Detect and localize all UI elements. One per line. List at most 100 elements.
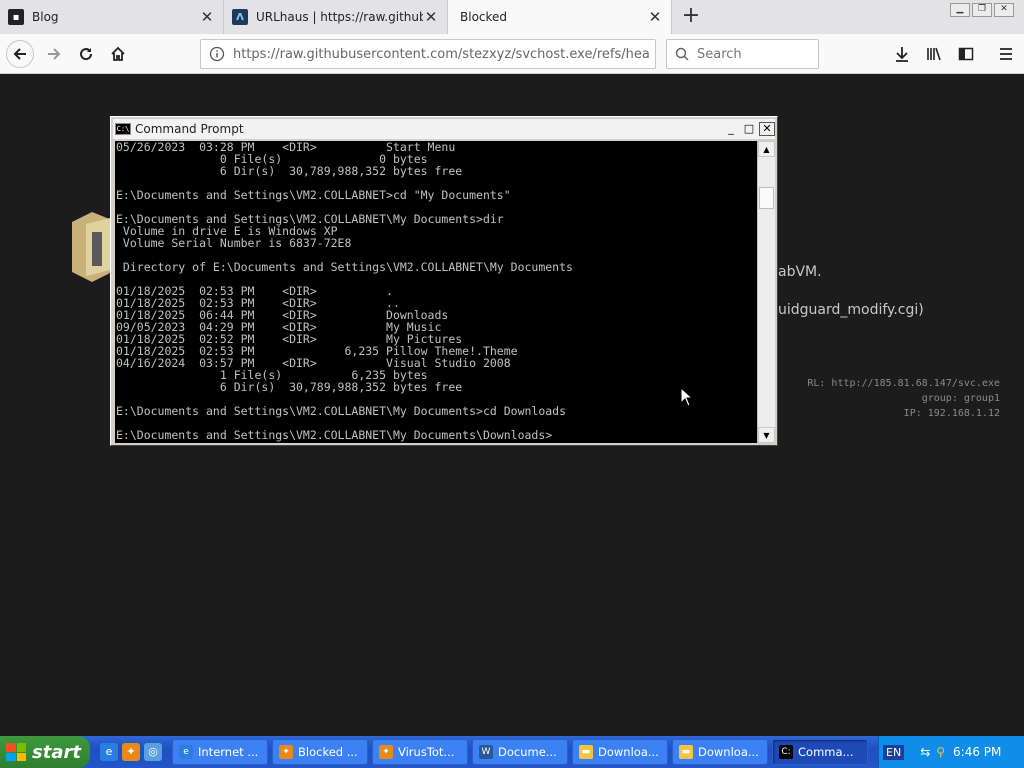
search-bar[interactable] [666, 39, 819, 69]
taskbar-item[interactable]: ✦ Blocked ... [272, 739, 368, 765]
page-text-line: uidguard_modify.cgi) [778, 302, 924, 318]
tab-title: Blog [32, 10, 59, 24]
forward-button[interactable] [40, 40, 68, 68]
network-icon[interactable]: ⇆ [920, 745, 930, 759]
taskbar-item[interactable]: e Internet ... [172, 739, 268, 765]
mouse-cursor-icon [680, 387, 692, 407]
browser-toolbar: https://raw.githubusercontent.com/stezxy… [0, 34, 1024, 74]
scroll-up-arrow-icon[interactable]: ▲ [758, 141, 775, 157]
close-button[interactable]: ✕ [759, 122, 775, 136]
tab-urlhaus[interactable]: Λ URLhaus | https://raw.githubus ✕ [224, 0, 448, 34]
language-indicator[interactable]: EN [883, 744, 905, 760]
minimize-button[interactable]: ▁ [950, 3, 970, 17]
downloads-button[interactable] [888, 40, 916, 68]
blog-favicon: ▪ [8, 9, 24, 25]
menu-button[interactable] [992, 40, 1020, 68]
start-label: start [32, 741, 81, 763]
taskbar-item-label: Blocked ... [298, 745, 358, 759]
clock: 6:46 PM [953, 745, 1002, 759]
window-controls: ▁ ❐ ✕ [950, 3, 1014, 17]
search-icon [667, 47, 697, 61]
ie-icon: e [179, 745, 193, 759]
tab-blocked[interactable]: Blocked ✕ [448, 0, 672, 34]
close-tab-icon[interactable]: ✕ [199, 8, 215, 26]
console-output[interactable]: 05/26/2023 03:28 PM <DIR> Start Menu 0 F… [115, 141, 757, 443]
url-text: https://raw.githubusercontent.com/stezxy… [233, 46, 650, 62]
taskbar-item-label: Comma... [798, 745, 854, 759]
window-title: Command Prompt [135, 122, 244, 136]
windows-logo-icon [6, 743, 26, 761]
window-titlebar[interactable]: C:\ Command Prompt _ □ ✕ [113, 119, 775, 139]
console-line: 6 Dir(s) 30,789,988,352 bytes free [116, 164, 463, 178]
start-button[interactable]: start [0, 736, 90, 768]
scroll-down-arrow-icon[interactable]: ▼ [758, 427, 775, 443]
library-icon [927, 47, 941, 61]
minimize-button[interactable]: _ [723, 122, 739, 136]
forward-arrow-icon [48, 48, 61, 60]
page-info-ip: IP: 192.168.1.12 [903, 408, 1000, 419]
taskbar-item-label: Docume... [498, 745, 557, 759]
firefox-icon: ✦ [379, 745, 393, 759]
close-tab-icon[interactable]: ✕ [423, 8, 439, 26]
word-icon: W [479, 745, 493, 759]
close-window-button[interactable]: ✕ [994, 3, 1014, 17]
tab-blog[interactable]: ▪ Blog ✕ [0, 0, 224, 34]
console-line: 6 Dir(s) 30,789,988,352 bytes free [116, 380, 463, 394]
command-prompt-window[interactable]: C:\ Command Prompt _ □ ✕ 05/26/2023 03:2… [110, 116, 778, 446]
info-icon[interactable] [201, 46, 233, 62]
back-arrow-icon [13, 48, 26, 60]
folder-icon: ▬ [579, 745, 593, 759]
new-tab-button[interactable]: + [678, 4, 704, 30]
page-text-line: abVM. [778, 264, 822, 280]
task-list: e Internet ... ✦ Blocked ... ✦ VirusTot... W Do… [168, 739, 868, 765]
taskbar-item[interactable]: ✦ VirusTot... [372, 739, 468, 765]
download-icon [896, 47, 908, 62]
quick-launch: e ✦ ◎ [100, 743, 162, 761]
browser-icon[interactable]: ◎ [144, 743, 162, 761]
sidebar-button[interactable] [952, 40, 980, 68]
home-icon [111, 46, 125, 61]
vertical-scrollbar[interactable]: ▲ ▼ [757, 141, 775, 443]
taskbar-item[interactable]: C: Comma... [772, 739, 868, 765]
firefox-icon[interactable]: ✦ [122, 743, 140, 761]
library-button[interactable] [920, 40, 948, 68]
close-tab-icon[interactable]: ✕ [647, 8, 663, 26]
console-line: E:\Documents and Settings\VM2.COLLABNET>… [116, 188, 511, 202]
ie-icon[interactable]: e [100, 743, 118, 761]
console-line: Directory of E:\Documents and Settings\V… [116, 260, 573, 274]
urlhaus-favicon: Λ [232, 9, 248, 25]
taskbar-item-label: VirusTot... [398, 745, 455, 759]
taskbar-item-label: Internet ... [198, 745, 259, 759]
taskbar-item[interactable]: W Docume... [472, 739, 568, 765]
address-bar[interactable]: https://raw.githubusercontent.com/stezxy… [200, 39, 656, 69]
reload-icon [80, 48, 93, 61]
restore-button[interactable]: ❐ [972, 3, 992, 17]
reload-button[interactable] [72, 40, 100, 68]
taskbar-item[interactable]: ▬ Downloa... [572, 739, 668, 765]
page-info-group: group: group1 [921, 393, 1000, 404]
back-button[interactable] [6, 40, 34, 68]
taskbar-item-label: Downloa... [698, 745, 759, 759]
search-input[interactable] [697, 46, 807, 62]
tab-title: URLhaus | https://raw.githubus [256, 10, 423, 24]
system-tray: EN ⇆ ⚲ 6:46 PM [878, 736, 1024, 768]
taskbar: start e ✦ ◎ e Internet ... ✦ Blocked ... ✦ Vi… [0, 736, 1024, 768]
hamburger-icon [1000, 48, 1012, 60]
cmd-icon: C: [779, 745, 793, 759]
firefox-icon: ✦ [279, 745, 293, 759]
console-line: E:\Documents and Settings\VM2.COLLABNET\… [116, 404, 567, 418]
page-info-url: RL: http://185.81.68.147/svc.exe [807, 378, 1000, 389]
folder-icon: ▬ [679, 745, 693, 759]
browser-tab-strip: ▪ Blog ✕ Λ URLhaus | https://raw.githubu… [0, 0, 1024, 34]
search-tray-icon[interactable]: ⚲ [936, 745, 945, 759]
computer-illustration [72, 210, 112, 282]
console-line: E:\Documents and Settings\VM2.COLLABNET\… [116, 428, 553, 442]
home-button[interactable] [104, 40, 132, 68]
console-line: Volume Serial Number is 6837-72E8 [116, 236, 352, 250]
maximize-button[interactable]: □ [741, 122, 757, 136]
taskbar-item[interactable]: ▬ Downloa... [672, 739, 768, 765]
sidebar-icon [958, 47, 974, 61]
tab-title: Blocked [460, 10, 508, 24]
scrollbar-thumb[interactable] [759, 186, 774, 209]
taskbar-item-label: Downloa... [598, 745, 659, 759]
